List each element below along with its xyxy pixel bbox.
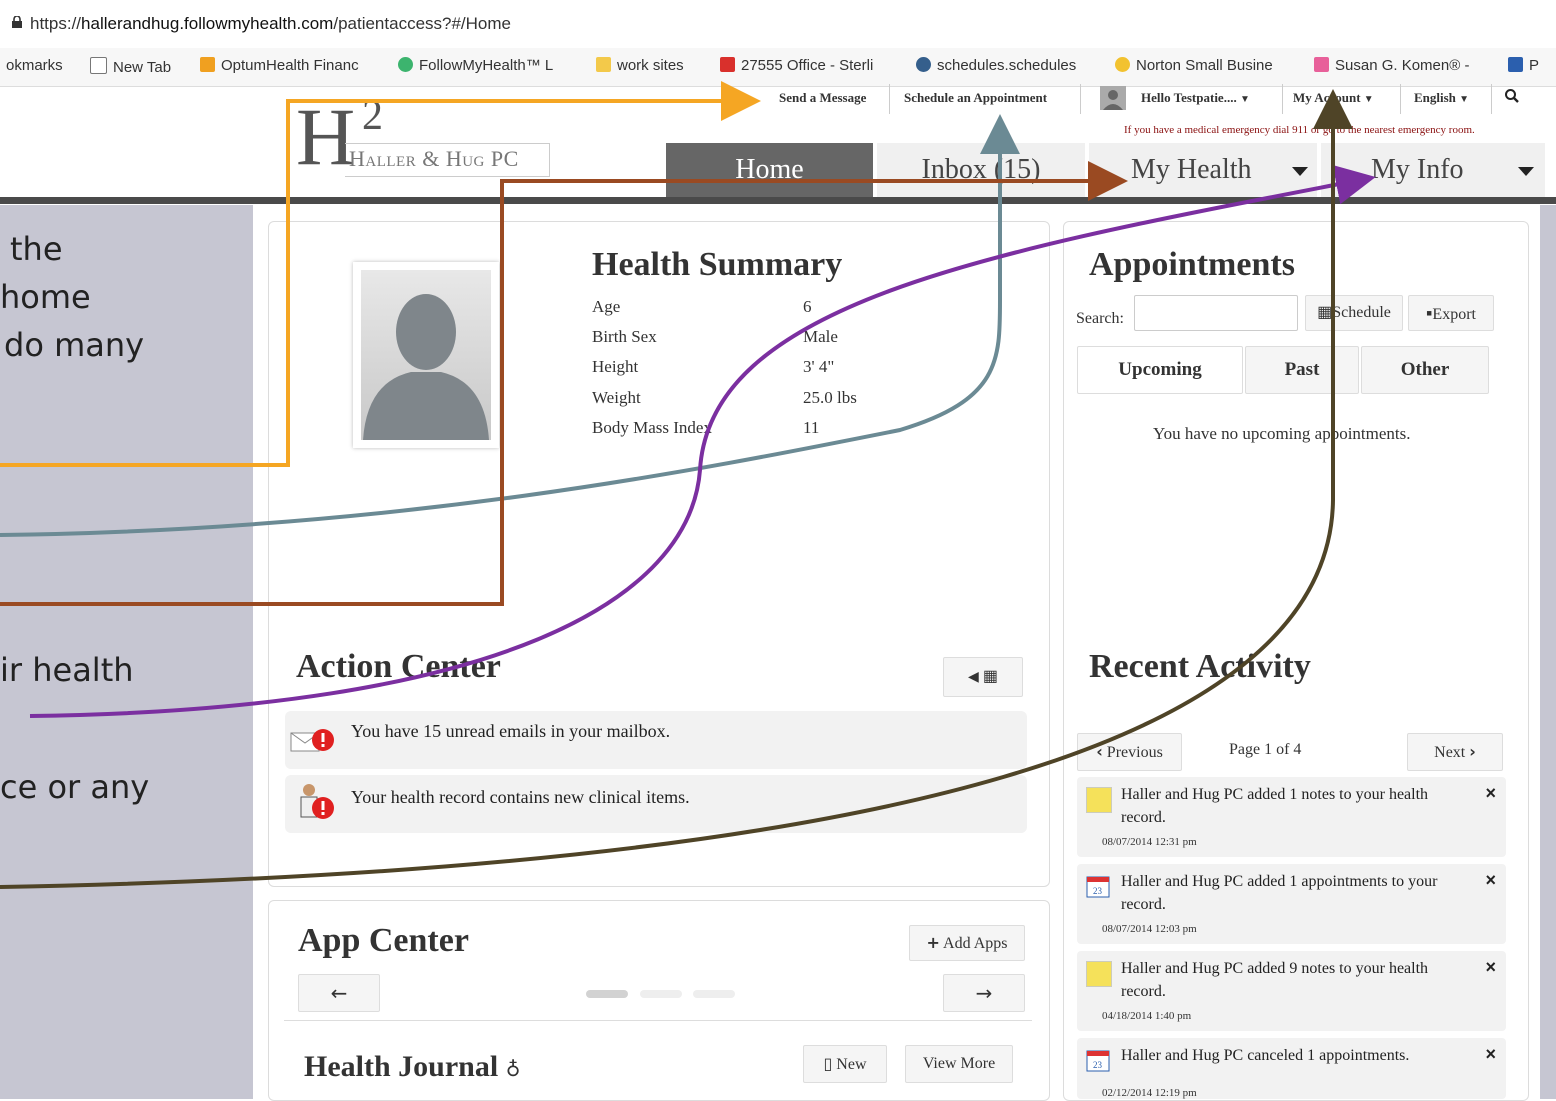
arrow-my-account [0, 89, 1353, 889]
arrow-my-info [29, 164, 1376, 718]
arrow-send-message [0, 81, 761, 467]
arrow-my-health [0, 161, 1128, 606]
annotation-arrows [0, 81, 1376, 889]
